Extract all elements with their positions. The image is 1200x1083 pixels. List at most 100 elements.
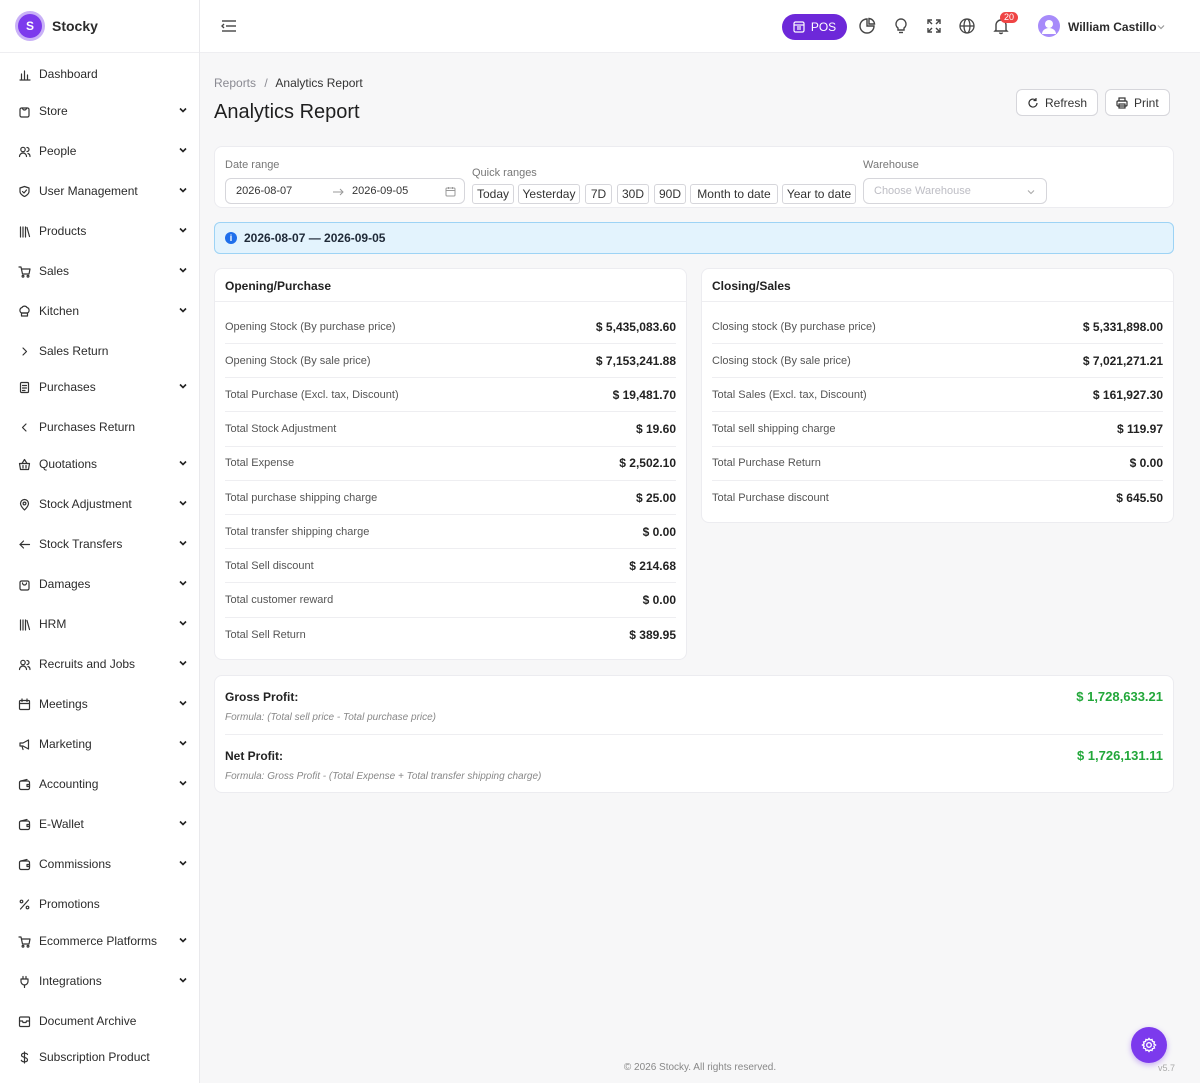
- quick-range-month-to-date[interactable]: Month to date: [690, 184, 778, 204]
- row-label: Total transfer shipping charge: [225, 525, 370, 538]
- version: v5.7: [1158, 1063, 1176, 1073]
- avatar[interactable]: [1038, 15, 1060, 37]
- sidebar-item-hrm[interactable]: HRM: [0, 609, 200, 639]
- sidebar-item-integrations[interactable]: Integrations: [0, 966, 200, 996]
- sidebar-item-label: Promotions: [39, 897, 100, 911]
- info-icon: i: [225, 232, 237, 244]
- chevron-down-icon[interactable]: [1156, 22, 1166, 32]
- divider: [702, 301, 1173, 302]
- sidebar-item-people[interactable]: People: [0, 136, 200, 166]
- chevron-down-icon: [179, 187, 187, 193]
- sidebar-item-purchases[interactable]: Purchases: [0, 372, 200, 402]
- sidebar-item-marketing[interactable]: Marketing: [0, 729, 200, 759]
- start-date: 2026-08-07: [236, 185, 293, 197]
- row-value: $ 389.95: [629, 627, 676, 642]
- cart-icon: [17, 264, 31, 278]
- row-value: $ 0.00: [642, 524, 676, 539]
- sidebar-item-recruits-and-jobs[interactable]: Recruits and Jobs: [0, 649, 200, 679]
- refresh-button[interactable]: Refresh: [1016, 89, 1099, 116]
- sidebar-item-accounting[interactable]: Accounting: [0, 769, 200, 799]
- quick-range-yesterday[interactable]: Yesterday: [518, 184, 580, 204]
- gear-icon: [1141, 1037, 1157, 1053]
- sidebar-item-ecommerce-platforms[interactable]: Ecommerce Platforms: [0, 926, 200, 956]
- opening-row: Total Purchase (Excl. tax, Discount) $ 19…: [225, 378, 676, 413]
- sidebar-item-label: Quotations: [39, 457, 98, 471]
- sidebar-item-label: Store: [39, 104, 68, 118]
- breadcrumb-parent[interactable]: Reports: [214, 76, 256, 90]
- chevron-down-icon: [179, 540, 187, 546]
- quick-range-year-to-date[interactable]: Year to date: [782, 184, 856, 204]
- sidebar-item-document-archive[interactable]: Document Archive: [0, 1006, 200, 1036]
- sidebar-item-stock-transfers[interactable]: Stock Transfers: [0, 529, 200, 559]
- chevron-down-icon: [179, 107, 187, 113]
- sidebar-item-e-wallet[interactable]: E-Wallet: [0, 809, 200, 839]
- row-value: $ 5,331,898.00: [1082, 319, 1163, 334]
- row-value: $ 7,153,241.88: [595, 353, 676, 368]
- date-range-input[interactable]: 2026-08-07 2026-09-05: [225, 178, 465, 204]
- warehouse-select[interactable]: Choose Warehouse: [863, 178, 1047, 204]
- sidebar-item-stock-adjustment[interactable]: Stock Adjustment: [0, 489, 200, 519]
- globe-icon[interactable]: [958, 17, 976, 35]
- fullscreen-icon[interactable]: [925, 17, 943, 35]
- notification-badge: 20: [1000, 12, 1019, 23]
- brand[interactable]: S Stocky: [0, 0, 199, 53]
- breadcrumb-separator: /: [264, 76, 268, 90]
- sidebar-item-label: E-Wallet: [39, 817, 84, 831]
- opening-purchase-card: Opening/Purchase Opening Stock (By purch…: [214, 268, 687, 660]
- sidebar-item-dashboard[interactable]: Dashboard: [0, 59, 200, 89]
- row-value: $ 2,502.10: [619, 456, 676, 471]
- quick-range-today[interactable]: Today: [472, 184, 514, 204]
- sidebar-item-label: Stock Adjustment: [39, 497, 132, 511]
- sidebar-item-kitchen[interactable]: Kitchen: [0, 296, 200, 326]
- quick-range-90d[interactable]: 90D: [654, 184, 686, 204]
- sidebar-item-commissions[interactable]: Commissions: [0, 849, 200, 879]
- sidebar-item-label: People: [39, 144, 77, 158]
- chevron-down-icon: [1027, 190, 1035, 195]
- pie-chart-icon[interactable]: [858, 17, 876, 35]
- sidebar-item-user-management[interactable]: User Management: [0, 176, 200, 206]
- lightbulb-icon[interactable]: [892, 17, 910, 35]
- closing-row: Closing stock (By sale price) $ 7,021,271…: [712, 344, 1163, 379]
- pos-label: POS: [810, 20, 837, 34]
- sidebar-item-purchases-return[interactable]: Purchases Return: [0, 412, 200, 442]
- print-button[interactable]: Print: [1105, 89, 1170, 116]
- breadcrumb-current: Analytics Report: [275, 76, 363, 90]
- sidebar-item-label: Stock Transfers: [39, 537, 123, 551]
- cart-icon: [17, 934, 31, 948]
- sidebar-item-subscription-product[interactable]: Subscription Product: [0, 1042, 200, 1072]
- sidebar-item-damages[interactable]: Damages: [0, 569, 200, 599]
- calendar-icon[interactable]: [445, 186, 456, 197]
- row-label: Total sell shipping charge: [712, 423, 836, 436]
- chevron-down-icon: [179, 937, 187, 943]
- chevron-down-icon: [179, 660, 187, 666]
- page-title: Analytics Report: [214, 101, 360, 123]
- chevron-down-icon: [179, 860, 187, 866]
- basket-icon: [17, 457, 31, 471]
- row-value: $ 119.97: [1116, 422, 1163, 437]
- sidebar-item-quotations[interactable]: Quotations: [0, 449, 200, 479]
- sidebar-item-label: Document Archive: [39, 1014, 137, 1028]
- sidebar: S Stocky Dashboard Store People User Manage…: [0, 0, 200, 1083]
- row-label: Total purchase shipping charge: [225, 491, 378, 504]
- plug-icon: [17, 974, 31, 988]
- row-label: Closing stock (By sale price): [712, 354, 851, 367]
- pos-button[interactable]: POS: [782, 14, 847, 40]
- sidebar-item-sales-return[interactable]: Sales Return: [0, 336, 200, 366]
- quick-range-30d[interactable]: 30D: [617, 184, 649, 204]
- sidebar-item-store[interactable]: Store: [0, 96, 200, 126]
- row-label: Opening Stock (By sale price): [225, 354, 371, 367]
- sidebar-item-meetings[interactable]: Meetings: [0, 689, 200, 719]
- menu-toggle-icon[interactable]: [220, 17, 238, 35]
- quick-range-7d[interactable]: 7D: [585, 184, 612, 204]
- settings-fab[interactable]: [1131, 1027, 1167, 1063]
- sidebar-item-products[interactable]: Products: [0, 216, 200, 246]
- opening-row: Total Stock Adjustment $ 19.60: [225, 413, 676, 447]
- user-name[interactable]: William Castillo: [1068, 20, 1157, 34]
- sidebar-item-label: Purchases: [39, 380, 96, 394]
- sidebar-item-label: Dashboard: [39, 67, 98, 81]
- sidebar-item-promotions[interactable]: Promotions: [0, 889, 200, 919]
- net-profit-label: Net Profit:: [225, 749, 283, 763]
- arrow-right-icon: [333, 188, 344, 196]
- sidebar-item-sales[interactable]: Sales: [0, 256, 200, 286]
- row-value: $ 0.00: [1129, 456, 1163, 471]
